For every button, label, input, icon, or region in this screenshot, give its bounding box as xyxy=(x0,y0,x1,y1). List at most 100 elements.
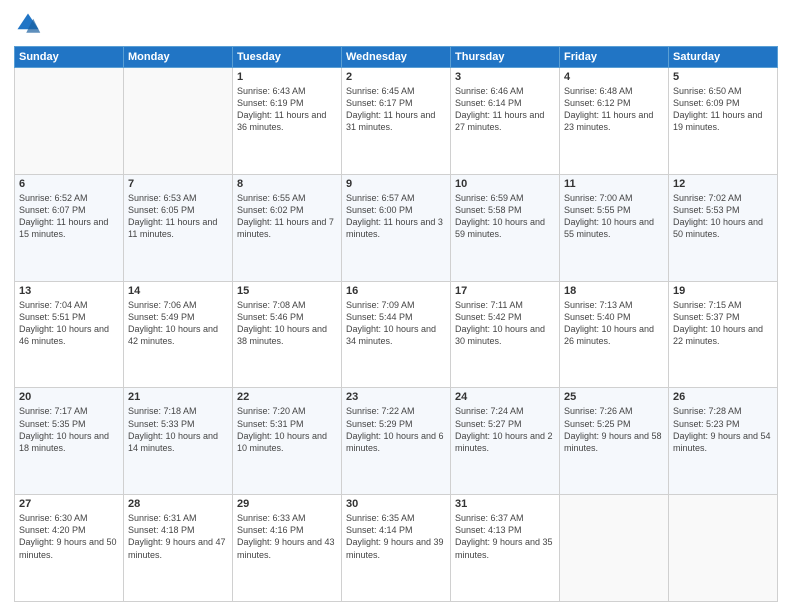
logo xyxy=(14,10,46,38)
calendar-cell: 13Sunrise: 7:04 AM Sunset: 5:51 PM Dayli… xyxy=(15,281,124,388)
calendar-cell: 24Sunrise: 7:24 AM Sunset: 5:27 PM Dayli… xyxy=(451,388,560,495)
day-info: Sunrise: 6:57 AM Sunset: 6:00 PM Dayligh… xyxy=(346,192,446,241)
calendar-cell: 9 Sunrise: 6:57 AM Sunset: 6:00 PM Daylig… xyxy=(342,174,451,281)
calendar-cell: 18Sunrise: 7:13 AM Sunset: 5:40 PM Dayli… xyxy=(560,281,669,388)
day-info: Sunrise: 7:24 AM Sunset: 5:27 PM Dayligh… xyxy=(455,405,555,454)
day-number: 16 xyxy=(346,285,446,297)
calendar-week-row: 20 Sunrise: 7:17 AM Sunset: 5:35 PM Dayli… xyxy=(15,388,778,495)
day-number: 28 xyxy=(128,498,228,510)
calendar-week-row: 6 Sunrise: 6:52 AM Sunset: 6:07 PM Daylig… xyxy=(15,174,778,281)
day-info: Sunrise: 7:20 AM Sunset: 5:31 PM Dayligh… xyxy=(237,405,337,454)
day-info: Sunrise: 7:00 AM Sunset: 5:55 PM Dayligh… xyxy=(564,192,664,241)
calendar-cell: 10 Sunrise: 6:59 AM Sunset: 5:58 PM Dayli… xyxy=(451,174,560,281)
day-number: 18 xyxy=(564,285,664,297)
day-number: 31 xyxy=(455,498,555,510)
day-info: Sunrise: 7:04 AM Sunset: 5:51 PM Dayligh… xyxy=(19,299,119,348)
day-number: 8 xyxy=(237,178,337,190)
day-info: Sunrise: 6:46 AM Sunset: 6:14 PM Dayligh… xyxy=(455,85,555,134)
day-number: 6 xyxy=(19,178,119,190)
day-number: 25 xyxy=(564,391,664,403)
weekday-header: Wednesday xyxy=(342,47,451,68)
day-number: 26 xyxy=(673,391,773,403)
day-info: Sunrise: 6:37 AM Sunset: 4:13 PM Dayligh… xyxy=(455,512,555,561)
day-info: Sunrise: 7:11 AM Sunset: 5:42 PM Dayligh… xyxy=(455,299,555,348)
day-number: 4 xyxy=(564,71,664,83)
calendar-cell: 27 Sunrise: 6:30 AM Sunset: 4:20 PM Dayli… xyxy=(15,495,124,602)
calendar-cell: 23 Sunrise: 7:22 AM Sunset: 5:29 PM Dayli… xyxy=(342,388,451,495)
day-number: 2 xyxy=(346,71,446,83)
calendar-cell: 19Sunrise: 7:15 AM Sunset: 5:37 PM Dayli… xyxy=(669,281,778,388)
calendar-cell xyxy=(124,68,233,175)
day-info: Sunrise: 6:55 AM Sunset: 6:02 PM Dayligh… xyxy=(237,192,337,241)
day-info: Sunrise: 6:45 AM Sunset: 6:17 PM Dayligh… xyxy=(346,85,446,134)
day-number: 30 xyxy=(346,498,446,510)
weekday-header: Tuesday xyxy=(233,47,342,68)
weekday-header: Monday xyxy=(124,47,233,68)
day-info: Sunrise: 6:35 AM Sunset: 4:14 PM Dayligh… xyxy=(346,512,446,561)
calendar-week-row: 1Sunrise: 6:43 AM Sunset: 6:19 PM Daylig… xyxy=(15,68,778,175)
calendar-cell: 7Sunrise: 6:53 AM Sunset: 6:05 PM Daylig… xyxy=(124,174,233,281)
day-number: 23 xyxy=(346,391,446,403)
day-number: 27 xyxy=(19,498,119,510)
weekday-header: Saturday xyxy=(669,47,778,68)
calendar-cell: 4 Sunrise: 6:48 AM Sunset: 6:12 PM Daylig… xyxy=(560,68,669,175)
day-info: Sunrise: 7:02 AM Sunset: 5:53 PM Dayligh… xyxy=(673,192,773,241)
day-info: Sunrise: 6:31 AM Sunset: 4:18 PM Dayligh… xyxy=(128,512,228,561)
day-info: Sunrise: 7:28 AM Sunset: 5:23 PM Dayligh… xyxy=(673,405,773,454)
calendar-cell: 26 Sunrise: 7:28 AM Sunset: 5:23 PM Dayli… xyxy=(669,388,778,495)
day-info: Sunrise: 6:52 AM Sunset: 6:07 PM Dayligh… xyxy=(19,192,119,241)
day-number: 12 xyxy=(673,178,773,190)
calendar-cell: 30 Sunrise: 6:35 AM Sunset: 4:14 PM Dayli… xyxy=(342,495,451,602)
day-number: 7 xyxy=(128,178,228,190)
calendar-cell: 22 Sunrise: 7:20 AM Sunset: 5:31 PM Dayli… xyxy=(233,388,342,495)
day-info: Sunrise: 7:26 AM Sunset: 5:25 PM Dayligh… xyxy=(564,405,664,454)
calendar-cell: 14Sunrise: 7:06 AM Sunset: 5:49 PM Dayli… xyxy=(124,281,233,388)
day-number: 5 xyxy=(673,71,773,83)
day-number: 3 xyxy=(455,71,555,83)
day-info: Sunrise: 7:15 AM Sunset: 5:37 PM Dayligh… xyxy=(673,299,773,348)
calendar-cell: 12 Sunrise: 7:02 AM Sunset: 5:53 PM Dayli… xyxy=(669,174,778,281)
calendar-cell: 1Sunrise: 6:43 AM Sunset: 6:19 PM Daylig… xyxy=(233,68,342,175)
calendar-cell: 6 Sunrise: 6:52 AM Sunset: 6:07 PM Daylig… xyxy=(15,174,124,281)
day-number: 15 xyxy=(237,285,337,297)
calendar-cell: 31 Sunrise: 6:37 AM Sunset: 4:13 PM Dayli… xyxy=(451,495,560,602)
calendar-cell: 16Sunrise: 7:09 AM Sunset: 5:44 PM Dayli… xyxy=(342,281,451,388)
day-info: Sunrise: 7:22 AM Sunset: 5:29 PM Dayligh… xyxy=(346,405,446,454)
day-number: 21 xyxy=(128,391,228,403)
header xyxy=(14,10,778,38)
page: SundayMondayTuesdayWednesdayThursdayFrid… xyxy=(0,0,792,612)
calendar-cell: 28 Sunrise: 6:31 AM Sunset: 4:18 PM Dayli… xyxy=(124,495,233,602)
calendar-table: SundayMondayTuesdayWednesdayThursdayFrid… xyxy=(14,46,778,602)
calendar-cell xyxy=(669,495,778,602)
calendar-cell: 2 Sunrise: 6:45 AM Sunset: 6:17 PM Daylig… xyxy=(342,68,451,175)
calendar-cell: 5 Sunrise: 6:50 AM Sunset: 6:09 PM Daylig… xyxy=(669,68,778,175)
calendar-cell: 17 Sunrise: 7:11 AM Sunset: 5:42 PM Dayli… xyxy=(451,281,560,388)
calendar-week-row: 13Sunrise: 7:04 AM Sunset: 5:51 PM Dayli… xyxy=(15,281,778,388)
day-number: 10 xyxy=(455,178,555,190)
calendar-cell: 29Sunrise: 6:33 AM Sunset: 4:16 PM Dayli… xyxy=(233,495,342,602)
calendar-cell: 25 Sunrise: 7:26 AM Sunset: 5:25 PM Dayli… xyxy=(560,388,669,495)
weekday-header: Friday xyxy=(560,47,669,68)
weekday-header: Thursday xyxy=(451,47,560,68)
calendar-cell: 20 Sunrise: 7:17 AM Sunset: 5:35 PM Dayli… xyxy=(15,388,124,495)
day-info: Sunrise: 6:33 AM Sunset: 4:16 PM Dayligh… xyxy=(237,512,337,561)
day-info: Sunrise: 7:17 AM Sunset: 5:35 PM Dayligh… xyxy=(19,405,119,454)
calendar-week-row: 27 Sunrise: 6:30 AM Sunset: 4:20 PM Dayli… xyxy=(15,495,778,602)
weekday-header: Sunday xyxy=(15,47,124,68)
day-number: 11 xyxy=(564,178,664,190)
calendar-cell: 3 Sunrise: 6:46 AM Sunset: 6:14 PM Daylig… xyxy=(451,68,560,175)
day-number: 22 xyxy=(237,391,337,403)
logo-icon xyxy=(14,10,42,38)
day-info: Sunrise: 7:08 AM Sunset: 5:46 PM Dayligh… xyxy=(237,299,337,348)
day-info: Sunrise: 6:48 AM Sunset: 6:12 PM Dayligh… xyxy=(564,85,664,134)
day-number: 17 xyxy=(455,285,555,297)
day-number: 20 xyxy=(19,391,119,403)
day-number: 9 xyxy=(346,178,446,190)
calendar-cell xyxy=(15,68,124,175)
day-info: Sunrise: 6:50 AM Sunset: 6:09 PM Dayligh… xyxy=(673,85,773,134)
day-info: Sunrise: 6:43 AM Sunset: 6:19 PM Dayligh… xyxy=(237,85,337,134)
weekday-header-row: SundayMondayTuesdayWednesdayThursdayFrid… xyxy=(15,47,778,68)
day-info: Sunrise: 6:59 AM Sunset: 5:58 PM Dayligh… xyxy=(455,192,555,241)
day-info: Sunrise: 6:30 AM Sunset: 4:20 PM Dayligh… xyxy=(19,512,119,561)
day-number: 14 xyxy=(128,285,228,297)
